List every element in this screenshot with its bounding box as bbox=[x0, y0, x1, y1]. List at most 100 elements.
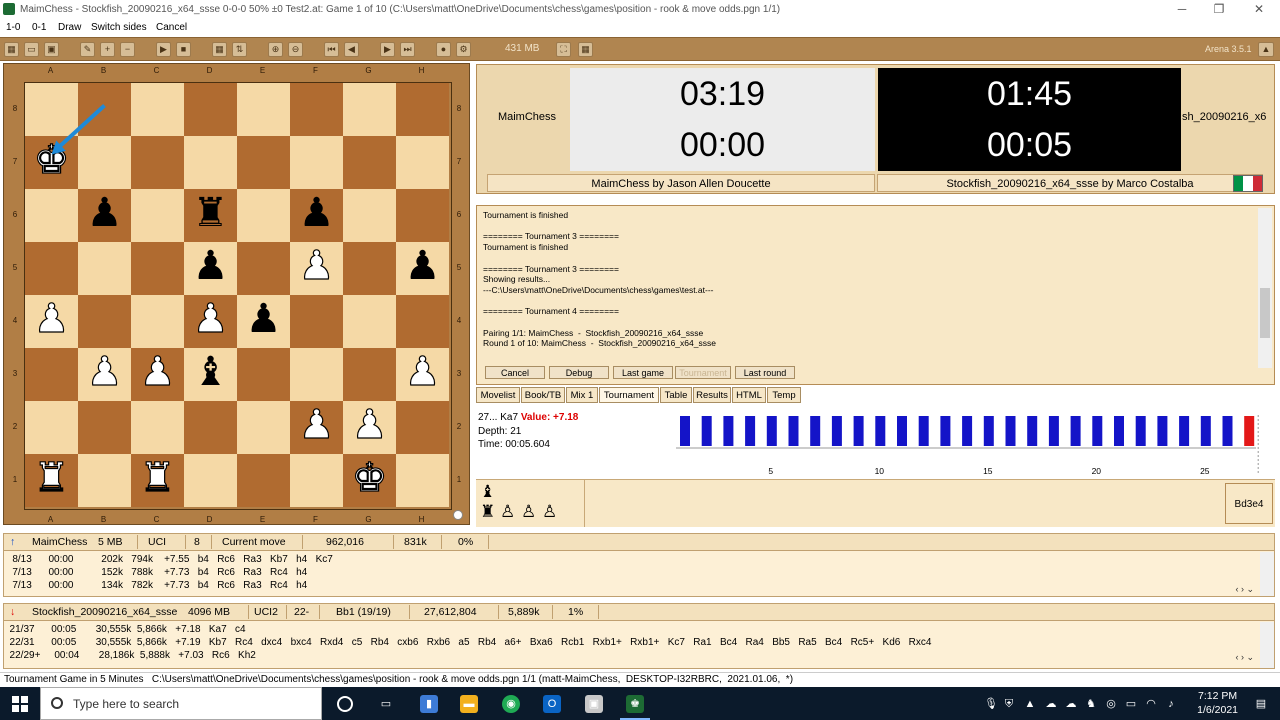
file-label-bottom: E bbox=[259, 515, 266, 524]
last-move-icon[interactable]: ⏭ bbox=[400, 42, 415, 57]
file-explorer-icon[interactable]: ▬ bbox=[460, 695, 478, 713]
chart-bar bbox=[1244, 416, 1255, 446]
globe-icon[interactable]: ● bbox=[436, 42, 451, 57]
prev-move-icon[interactable]: ◀ bbox=[344, 42, 359, 57]
last-game-button[interactable]: Last game bbox=[613, 366, 673, 379]
layout-icon[interactable]: ▦ bbox=[578, 42, 593, 57]
engine-2-proto: UCI2 bbox=[254, 606, 278, 618]
cortana-icon[interactable] bbox=[337, 696, 353, 712]
engine-1-name: MaimChess bbox=[32, 536, 88, 548]
engine-1-scrollbar[interactable] bbox=[1260, 552, 1274, 596]
black-clock: 01:45 bbox=[878, 68, 1181, 120]
microphone-icon[interactable]: 🎙 bbox=[984, 695, 998, 713]
menu-cancel[interactable]: Cancel bbox=[156, 19, 187, 36]
defender-icon[interactable]: ⛨ bbox=[1003, 695, 1015, 713]
chart-bar bbox=[1070, 416, 1081, 446]
battery-icon[interactable]: ▭ bbox=[1125, 695, 1137, 713]
onedrive-icon[interactable]: ☁ bbox=[1045, 695, 1057, 713]
minimize-icon[interactable]: ─ bbox=[1164, 0, 1200, 19]
file-label-bottom: A bbox=[47, 515, 54, 524]
engine-2-mem: 4096 MB bbox=[188, 606, 231, 618]
file-label-top: D bbox=[206, 66, 213, 75]
last-round-button[interactable]: Last round bbox=[735, 366, 795, 379]
nvidia-icon[interactable]: ▲ bbox=[1024, 695, 1036, 713]
wifi-icon[interactable]: ◠ bbox=[1145, 695, 1157, 713]
tournament-button[interactable]: Tournament bbox=[675, 366, 731, 379]
engine-1-load: 0% bbox=[458, 536, 474, 548]
rank-label-right: 6 bbox=[456, 210, 462, 219]
clock-time: 7:12 PM bbox=[1198, 690, 1238, 702]
arena-chess-icon[interactable]: ♚ bbox=[626, 695, 644, 713]
next-move-icon[interactable]: ▶ bbox=[380, 42, 395, 57]
outlook-icon[interactable]: O bbox=[543, 695, 561, 713]
maximize-icon[interactable]: ❐ bbox=[1201, 0, 1237, 19]
chrome-icon[interactable]: ◉ bbox=[502, 695, 520, 713]
rank-label-right: 2 bbox=[456, 422, 462, 431]
chart-bar bbox=[723, 416, 734, 446]
stop-icon[interactable]: ■ bbox=[176, 42, 191, 57]
taskbar-clock[interactable]: 7:12 PM 1/6/2021 bbox=[1197, 689, 1238, 717]
eval-depth: Depth: 21 bbox=[478, 425, 522, 437]
menu-switch-sides[interactable]: Switch sides bbox=[91, 19, 147, 36]
fullscreen-icon[interactable]: ⛶ bbox=[556, 42, 571, 57]
notifications-icon[interactable]: ▤ bbox=[1254, 695, 1268, 713]
rank-label-right: 3 bbox=[456, 369, 462, 378]
log-text: Tournament is finished ======== Tourname… bbox=[483, 210, 716, 349]
play-icon[interactable]: ▶ bbox=[156, 42, 171, 57]
zoom-out-icon[interactable]: ⊖ bbox=[288, 42, 303, 57]
black-engine-label: Stockfish_20090216_x64_ssse by Marco Cos… bbox=[877, 174, 1263, 192]
tab-html[interactable]: HTML bbox=[732, 387, 766, 403]
flip-board-icon[interactable]: ⇅ bbox=[232, 42, 247, 57]
tab-temp[interactable]: Temp bbox=[767, 387, 801, 403]
tab-tournament[interactable]: Tournament bbox=[599, 387, 659, 403]
menu-draw[interactable]: Draw bbox=[58, 19, 81, 36]
eval-move: 27... Ka7 bbox=[478, 412, 519, 423]
close-icon[interactable]: ✕ bbox=[1241, 0, 1277, 19]
tab-table[interactable]: Table bbox=[660, 387, 692, 403]
windows-start-icon[interactable] bbox=[12, 696, 28, 712]
open-icon[interactable]: ▭ bbox=[24, 42, 39, 57]
tab-results[interactable]: Results bbox=[693, 387, 731, 403]
cancel-button[interactable]: Cancel bbox=[485, 366, 545, 379]
chess-board[interactable]: ♚ ♟ ♜ ♟ ♟ ♟ ♟ ♟ ♟ ♟ ♟ ♟ ♝ ♟ ♟ ♟ ♜ ♜ ♚ bbox=[24, 82, 452, 510]
clock-panel: MaimChess 03:19 00:00 01:45 00:05 sh_200… bbox=[476, 64, 1275, 194]
log-scrollbar[interactable] bbox=[1258, 208, 1272, 368]
chart-x-tick: 20 bbox=[1092, 466, 1102, 476]
speaker-icon[interactable]: ♪ bbox=[1165, 695, 1177, 713]
save-icon[interactable]: ▣ bbox=[44, 42, 59, 57]
app-window-icon[interactable]: ▣ bbox=[585, 695, 603, 713]
chart-bar bbox=[1135, 416, 1146, 446]
engine-2-load: 1% bbox=[568, 606, 584, 618]
add-icon[interactable]: + bbox=[100, 42, 115, 57]
task-view-icon[interactable]: ▭ bbox=[377, 695, 395, 713]
tab-movelist[interactable]: Movelist bbox=[476, 387, 520, 403]
engine-2-nav-arrows[interactable]: ‹ › ⌄ bbox=[1235, 652, 1254, 663]
menu-black-wins[interactable]: 0-1 bbox=[32, 19, 46, 36]
chess-tray-icon[interactable]: ♞ bbox=[1085, 695, 1097, 713]
cloud-icon[interactable]: ☁ bbox=[1065, 695, 1077, 713]
chart-bar bbox=[983, 416, 994, 446]
tab-book-tb[interactable]: Book/TB bbox=[521, 387, 565, 403]
engine-icon[interactable]: ⚙ bbox=[456, 42, 471, 57]
chess-board-frame: ♚ ♟ ♜ ♟ ♟ ♟ ♟ ♟ ♟ ♟ ♟ ♟ ♝ ♟ ♟ ♟ ♜ ♜ ♚ A A B B C C D D E E F F G G H H 8 8 7 7… bbox=[3, 63, 470, 525]
first-move-icon[interactable]: ⏮ bbox=[324, 42, 339, 57]
zoom-in-icon[interactable]: ⊕ bbox=[268, 42, 283, 57]
settings-tray-icon[interactable]: ◎ bbox=[1105, 695, 1117, 713]
tab-mix-1[interactable]: Mix 1 bbox=[566, 387, 598, 403]
file-manager-icon[interactable]: ▮ bbox=[420, 695, 438, 713]
rank-label-left: 8 bbox=[12, 104, 18, 113]
debug-button[interactable]: Debug bbox=[549, 366, 609, 379]
taskbar-search-box[interactable]: Type here to search bbox=[40, 687, 322, 720]
board-setup-icon[interactable]: ▦ bbox=[212, 42, 227, 57]
edit-icon[interactable]: ✎ bbox=[80, 42, 95, 57]
rank-label-right: 5 bbox=[456, 263, 462, 272]
engine-1-nav-arrows[interactable]: ‹ › ⌄ bbox=[1235, 584, 1254, 595]
new-game-icon[interactable]: ▦ bbox=[4, 42, 19, 57]
engine-2-scrollbar[interactable] bbox=[1260, 622, 1274, 668]
menu-white-wins[interactable]: 1-0 bbox=[6, 19, 20, 36]
collapse-icon[interactable]: ▲ bbox=[1258, 42, 1274, 57]
remove-icon[interactable]: − bbox=[120, 42, 135, 57]
chart-bar bbox=[962, 416, 973, 446]
engine-2-panel: ↓ Stockfish_20090216_x64_ssse 4096 MB UC… bbox=[3, 603, 1275, 669]
captured-pieces-panel: ♝ ♜ ♙ ♙ ♙ Bd3e4 bbox=[476, 479, 1275, 527]
